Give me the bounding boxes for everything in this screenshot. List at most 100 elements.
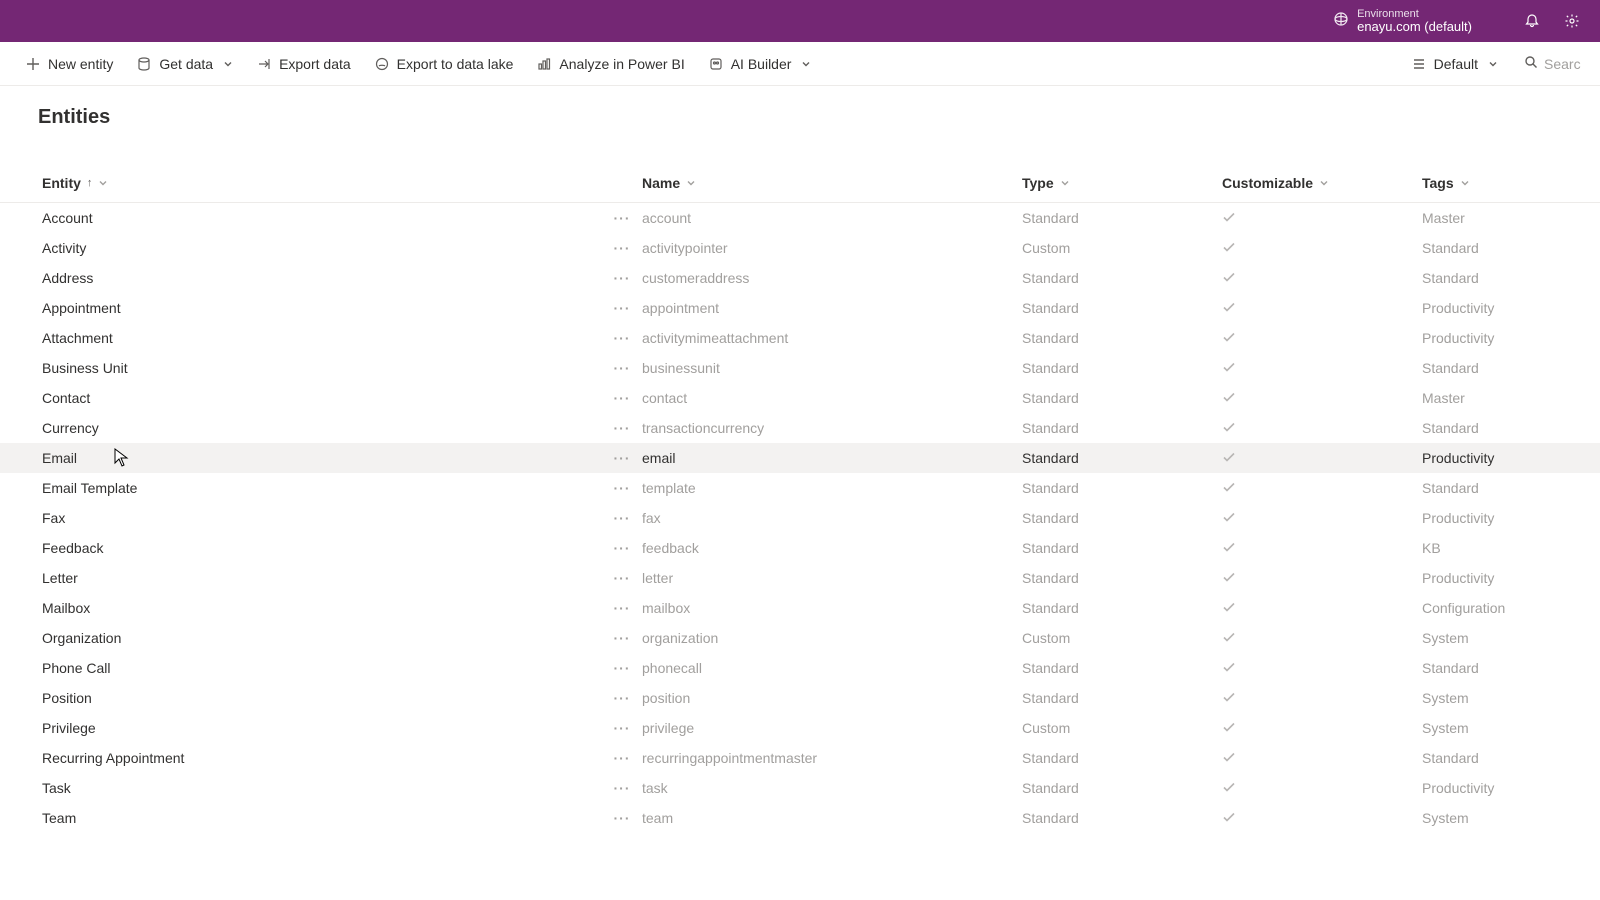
table-row[interactable]: Appointment···appointmentStandardProduct… [0, 293, 1600, 323]
row-more-button[interactable]: ··· [602, 480, 642, 496]
entity-display-name: Account [42, 210, 602, 226]
table-row[interactable]: Position···positionStandardSystem [0, 683, 1600, 713]
checkmark-icon [1222, 690, 1236, 707]
entity-tags: Configuration [1422, 600, 1600, 616]
table-row[interactable]: Attachment···activitymimeattachmentStand… [0, 323, 1600, 353]
column-header-name[interactable]: Name [642, 175, 1022, 191]
row-more-button[interactable]: ··· [602, 810, 642, 826]
row-more-button[interactable]: ··· [602, 570, 642, 586]
table-header-row: Entity ↑ Name Type Customizable T [0, 163, 1600, 203]
new-entity-button[interactable]: New entity [16, 50, 123, 78]
row-more-button[interactable]: ··· [602, 450, 642, 466]
row-more-button[interactable]: ··· [602, 630, 642, 646]
table-row[interactable]: Recurring Appointment···recurringappoint… [0, 743, 1600, 773]
column-header-customizable[interactable]: Customizable [1222, 175, 1422, 191]
entity-customizable [1222, 750, 1422, 767]
entity-type: Standard [1022, 660, 1222, 676]
row-more-button[interactable]: ··· [602, 510, 642, 526]
environment-label: Environment [1357, 8, 1472, 20]
row-more-button[interactable]: ··· [602, 660, 642, 676]
table-row[interactable]: Organization···organizationCustomSystem [0, 623, 1600, 653]
table-row[interactable]: Business Unit···businessunitStandardStan… [0, 353, 1600, 383]
checkmark-icon [1222, 300, 1236, 317]
notifications-button[interactable] [1512, 1, 1552, 41]
entity-tags: Productivity [1422, 570, 1600, 586]
entity-display-name: Email [42, 450, 602, 466]
environment-picker[interactable]: Environment enayu.com (default) [1333, 8, 1472, 34]
row-more-button[interactable]: ··· [602, 540, 642, 556]
entity-display-name: Currency [42, 420, 602, 436]
table-row[interactable]: Privilege···privilegeCustomSystem [0, 713, 1600, 743]
table-row[interactable]: Task···taskStandardProductivity [0, 773, 1600, 803]
entity-type: Standard [1022, 270, 1222, 286]
entity-tags: Productivity [1422, 780, 1600, 796]
settings-button[interactable] [1552, 1, 1592, 41]
entity-display-name: Activity [42, 240, 602, 256]
checkmark-icon [1222, 660, 1236, 677]
entity-customizable [1222, 450, 1422, 467]
more-icon: ··· [614, 360, 631, 376]
table-row[interactable]: Team···teamStandardSystem [0, 803, 1600, 833]
table-row[interactable]: Mailbox···mailboxStandardConfiguration [0, 593, 1600, 623]
entity-display-name: Task [42, 780, 602, 796]
row-more-button[interactable]: ··· [602, 780, 642, 796]
table-row[interactable]: Currency···transactioncurrencyStandardSt… [0, 413, 1600, 443]
entity-tags: Standard [1422, 480, 1600, 496]
checkmark-icon [1222, 210, 1236, 227]
table-row[interactable]: Contact···contactStandardMaster [0, 383, 1600, 413]
entity-customizable [1222, 660, 1422, 677]
more-icon: ··· [614, 540, 631, 556]
search-box[interactable] [1512, 55, 1584, 72]
table-row[interactable]: Address···customeraddressStandardStandar… [0, 263, 1600, 293]
table-row[interactable]: Letter···letterStandardProductivity [0, 563, 1600, 593]
chevron-down-icon [686, 175, 696, 191]
row-more-button[interactable]: ··· [602, 270, 642, 286]
ai-builder-button[interactable]: AI Builder [699, 50, 822, 78]
table-row[interactable]: Email Template···templateStandardStandar… [0, 473, 1600, 503]
export-to-data-lake-button[interactable]: Export to data lake [365, 50, 524, 78]
entity-tags: Standard [1422, 420, 1600, 436]
environment-value: enayu.com (default) [1357, 20, 1472, 34]
get-data-button[interactable]: Get data [127, 50, 243, 78]
entity-display-name: Fax [42, 510, 602, 526]
entity-schema-name: position [642, 690, 1022, 706]
table-row[interactable]: Email···emailStandardProductivity [0, 443, 1600, 473]
table-row[interactable]: Account···accountStandardMaster [0, 203, 1600, 233]
column-header-entity[interactable]: Entity ↑ [42, 175, 602, 191]
get-data-label: Get data [159, 56, 213, 72]
command-bar: New entity Get data Export data Export t… [0, 42, 1600, 86]
view-selector-button[interactable]: Default [1402, 50, 1508, 78]
row-more-button[interactable]: ··· [602, 600, 642, 616]
row-more-button[interactable]: ··· [602, 300, 642, 316]
search-input[interactable] [1544, 56, 1584, 72]
chevron-down-icon [1488, 56, 1498, 72]
table-row[interactable]: Feedback···feedbackStandardKB [0, 533, 1600, 563]
table-row[interactable]: Activity···activitypointerCustomStandard [0, 233, 1600, 263]
column-header-tags[interactable]: Tags [1422, 175, 1600, 191]
entity-display-name: Letter [42, 570, 602, 586]
entity-display-name: Recurring Appointment [42, 750, 602, 766]
entity-type: Standard [1022, 390, 1222, 406]
row-more-button[interactable]: ··· [602, 360, 642, 376]
entity-display-name: Position [42, 690, 602, 706]
entity-type: Standard [1022, 570, 1222, 586]
entity-tags: System [1422, 810, 1600, 826]
table-row[interactable]: Fax···faxStandardProductivity [0, 503, 1600, 533]
table-row[interactable]: Phone Call···phonecallStandardStandard [0, 653, 1600, 683]
row-more-button[interactable]: ··· [602, 330, 642, 346]
row-more-button[interactable]: ··· [602, 690, 642, 706]
chevron-down-icon [1060, 175, 1070, 191]
checkmark-icon [1222, 390, 1236, 407]
export-data-button[interactable]: Export data [247, 50, 361, 78]
ai-builder-icon [709, 57, 723, 71]
entity-schema-name: privilege [642, 720, 1022, 736]
analyze-power-bi-button[interactable]: Analyze in Power BI [527, 50, 694, 78]
row-more-button[interactable]: ··· [602, 240, 642, 256]
row-more-button[interactable]: ··· [602, 750, 642, 766]
row-more-button[interactable]: ··· [602, 390, 642, 406]
column-header-type[interactable]: Type [1022, 175, 1222, 191]
row-more-button[interactable]: ··· [602, 420, 642, 436]
chevron-down-icon [1460, 175, 1470, 191]
row-more-button[interactable]: ··· [602, 720, 642, 736]
row-more-button[interactable]: ··· [602, 210, 642, 226]
